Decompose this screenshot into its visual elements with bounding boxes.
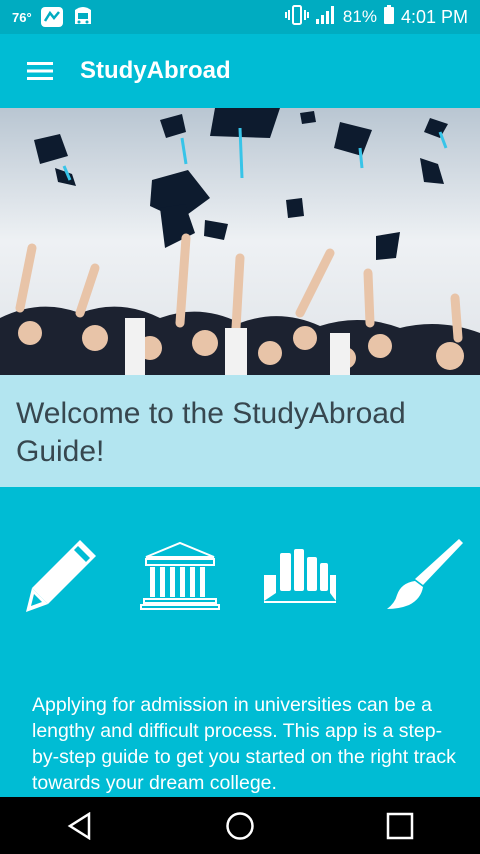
hamburger-menu-icon[interactable]: [0, 34, 80, 108]
welcome-heading: Welcome to the StudyAbroad Guide!: [16, 397, 406, 468]
navigation-bar: [0, 797, 480, 854]
pencil-icon[interactable]: [16, 530, 106, 620]
welcome-banner: Welcome to the StudyAbroad Guide!: [0, 375, 480, 487]
app-bar: StudyAbroad: [0, 34, 480, 108]
battery-percent: 81%: [342, 7, 377, 26]
vibrate-icon: [284, 4, 309, 30]
weather-app-icon: [40, 6, 64, 28]
app-title: StudyAbroad: [80, 57, 231, 84]
home-icon[interactable]: [210, 797, 270, 854]
status-bar: 76° 81% 4:01 PM: [0, 0, 480, 34]
battery-icon: [383, 4, 395, 30]
books-icon[interactable]: [255, 530, 345, 620]
signal-icon: [315, 5, 337, 30]
paintbrush-icon[interactable]: [378, 530, 468, 620]
recents-icon[interactable]: [370, 797, 430, 854]
bus-app-icon: [72, 6, 94, 28]
feature-icons-row: [0, 530, 480, 620]
university-building-icon[interactable]: [135, 530, 225, 620]
temperature-label: 76°: [12, 9, 32, 25]
back-icon[interactable]: [50, 797, 110, 854]
intro-description: Applying for admission in universities c…: [32, 694, 456, 794]
clock: 4:01 PM: [400, 6, 468, 27]
graduation-caps-photo: [0, 108, 480, 375]
